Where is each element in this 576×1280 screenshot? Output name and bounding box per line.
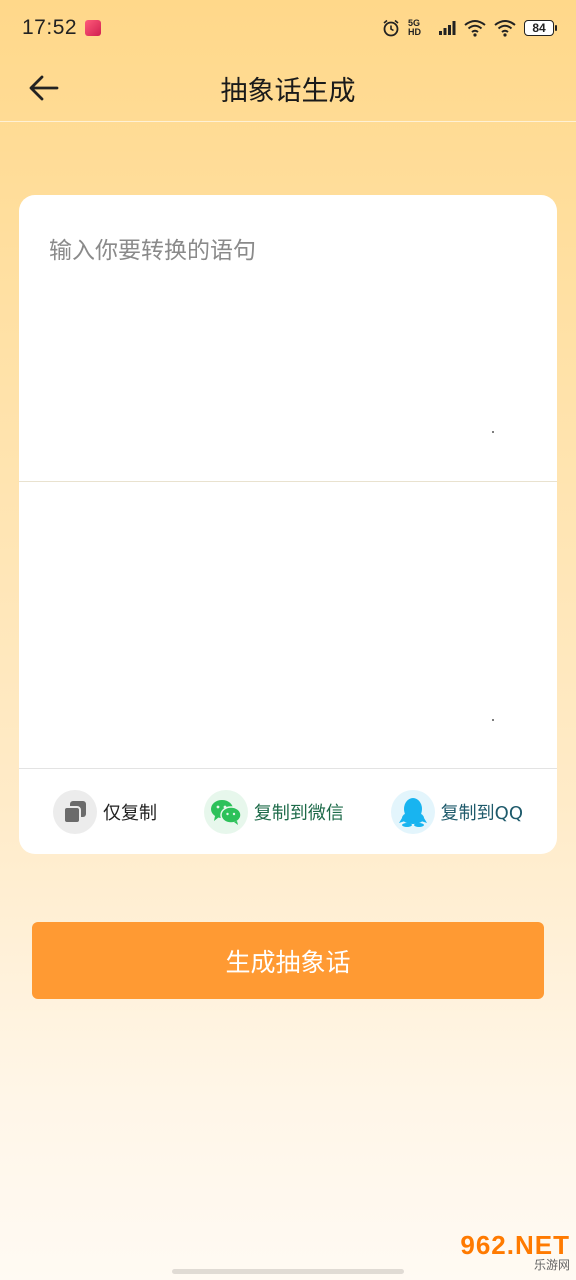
copy-to-wechat-button[interactable]: 复制到微信 xyxy=(203,789,344,834)
page-title: 抽象话生成 xyxy=(220,76,356,107)
wifi-icon-secondary xyxy=(494,20,516,37)
home-indicator[interactable] xyxy=(172,1269,404,1274)
result-text-output xyxy=(19,482,557,768)
output-resize-dot xyxy=(492,719,494,721)
arrow-left-icon xyxy=(29,75,59,101)
status-bar: 17:52 5G HD 84 xyxy=(0,0,576,56)
watermark-sub: 乐游网 xyxy=(533,1258,570,1272)
signal-icon xyxy=(439,21,456,35)
wifi-icon xyxy=(464,20,486,37)
back-button[interactable] xyxy=(26,70,62,106)
conversion-card: 仅复制 复制到微信 xyxy=(19,195,557,854)
input-resize-dot xyxy=(492,431,494,433)
battery-indicator: 84 xyxy=(524,20,557,36)
copy-actions: 仅复制 复制到微信 复制到QQ xyxy=(19,769,557,854)
copy-only-button[interactable]: 仅复制 xyxy=(53,789,157,834)
watermark-logo: 962.NET 乐游网 xyxy=(444,1232,570,1274)
copy-to-qq-button[interactable]: 复制到QQ xyxy=(390,789,523,834)
wechat-icon xyxy=(203,789,248,834)
copy-to-wechat-label: 复制到微信 xyxy=(253,802,344,824)
source-text-input[interactable] xyxy=(19,195,557,481)
notification-app-icon xyxy=(85,20,102,36)
status-icons: 5G HD 84 xyxy=(382,18,557,37)
generate-button[interactable]: 生成抽象话 xyxy=(32,922,544,999)
watermark-main: 962.NET xyxy=(460,1230,570,1260)
network-label: 5G HD xyxy=(408,18,421,37)
status-time: 17:52 xyxy=(22,16,78,39)
app-header: 抽象话生成 xyxy=(0,56,576,122)
alarm-icon xyxy=(383,19,399,37)
copy-only-label: 仅复制 xyxy=(103,802,157,824)
copy-to-qq-label: 复制到QQ xyxy=(440,802,523,824)
copy-icon xyxy=(53,789,97,834)
qq-icon xyxy=(390,789,435,834)
